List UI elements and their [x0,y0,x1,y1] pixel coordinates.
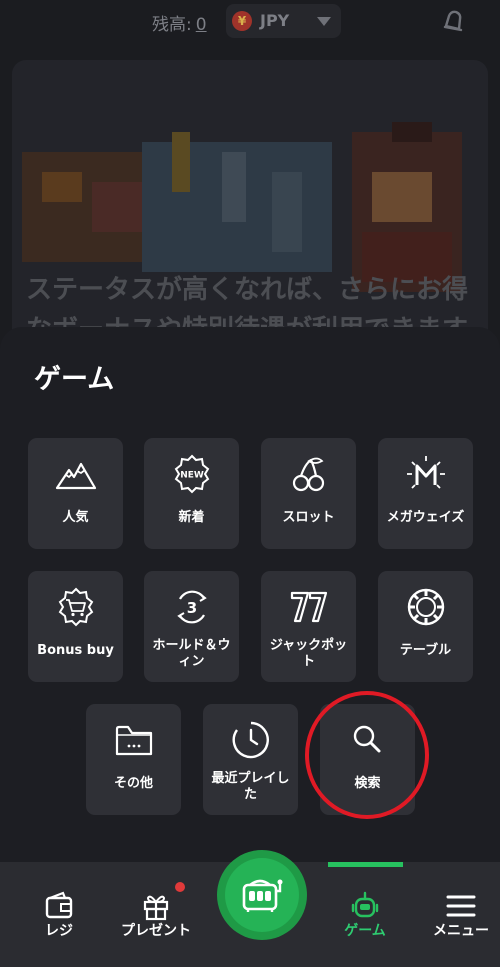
gift-icon [143,895,169,921]
category-popular[interactable]: 人気 [28,438,123,549]
currency-selector[interactable]: ¥ JPY [226,4,341,38]
category-jackpot[interactable]: ジャックポット [261,571,356,682]
sheet-title: ゲーム [34,364,115,395]
balance-label: 残高: [152,15,192,35]
svg-text:3: 3 [187,599,197,617]
category-label: 人気 [62,510,89,525]
category-label: ジャックポット [269,638,348,669]
clock-icon [232,721,269,759]
category-bonus-buy[interactable]: Bonus buy [28,571,123,682]
new-badge-icon: NEW [174,454,210,494]
svg-text:NEW: NEW [180,471,204,481]
mountain-icon [55,462,97,490]
hamburger-menu-icon [446,895,476,917]
category-label: その他 [113,776,153,791]
currency-code: JPY [260,11,290,30]
nav-label: レジ [45,923,73,939]
top-bar: 残高: 0 ¥ JPY [0,0,500,44]
category-label: テーブル [399,643,452,658]
caret-down-icon [317,17,331,26]
category-new[interactable]: NEW 新着 [144,438,239,549]
category-hold-and-win[interactable]: 3 ホールド＆ウィン [144,571,239,682]
category-table[interactable]: テーブル [378,571,473,682]
highlight-circle [305,691,429,819]
category-recently-played[interactable]: 最近プレイした [203,704,298,815]
bell-icon[interactable] [438,6,468,36]
cherries-icon [292,457,325,492]
nav-item-menu[interactable]: メニュー [416,862,500,967]
balance-display: 残高: 0 [152,10,207,35]
slot-machine-icon [242,879,283,912]
category-label: 最近プレイした [211,771,290,802]
poker-chip-icon [407,588,445,626]
shopping-cart-icon [58,587,94,627]
hold-and-win-icon: 3 [177,590,207,624]
play-button-inner [225,858,299,932]
double-seven-icon [290,591,328,623]
nav-item-cashier[interactable]: レジ [14,862,104,967]
notification-dot [175,882,185,892]
nav-label: プレゼント [121,923,191,939]
wallet-icon [45,891,73,919]
robot-icon [351,891,379,918]
category-label: 新着 [178,510,205,525]
play-button[interactable] [217,850,307,940]
nav-label: メニュー [433,923,489,939]
balance-value[interactable]: 0 [196,15,207,35]
nav-label: ゲーム [344,923,386,939]
category-label: スロット [282,510,335,525]
category-label: Bonus buy [37,643,114,658]
category-slots[interactable]: スロット [261,438,356,549]
folder-icon [115,725,153,756]
category-megaways[interactable]: メガウェイズ [378,438,473,549]
category-label: ホールド＆ウィン [152,638,231,669]
nav-item-gifts[interactable]: プレゼント [111,862,201,967]
category-label: メガウェイズ [386,510,465,525]
nav-item-games[interactable]: ゲーム [320,862,410,967]
category-other[interactable]: その他 [86,704,181,815]
megaways-icon [407,456,445,489]
yen-coin-icon: ¥ [232,11,252,31]
